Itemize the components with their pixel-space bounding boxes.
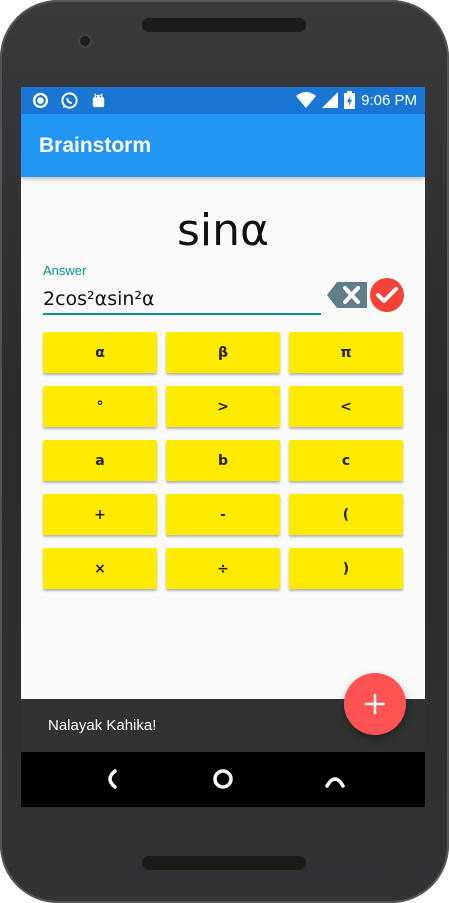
answer-input[interactable] [43, 285, 321, 315]
backspace-icon [327, 282, 367, 308]
phone-frame: 9:06 PM Brainstorm sinα Answer α β π ° > [0, 0, 449, 903]
app-bar: Brainstorm [21, 114, 425, 177]
sync-icon [32, 92, 49, 109]
key-plus[interactable]: + [43, 494, 157, 535]
nav-recents-button[interactable] [320, 764, 350, 794]
add-fab-button[interactable] [344, 673, 406, 735]
key-minus[interactable]: - [166, 494, 280, 535]
front-camera [80, 36, 90, 46]
screen: 9:06 PM Brainstorm sinα Answer α β π ° > [21, 87, 425, 807]
key-a[interactable]: a [43, 440, 157, 481]
question-text: sinα [176, 205, 270, 256]
key-divide[interactable]: ÷ [166, 548, 280, 589]
key-alpha[interactable]: α [43, 332, 157, 373]
key-close-paren[interactable]: ) [289, 548, 403, 589]
backspace-button[interactable] [327, 280, 369, 310]
key-multiply[interactable]: × [43, 548, 157, 589]
key-b[interactable]: b [166, 440, 280, 481]
status-system-icons: 9:06 PM [296, 91, 417, 109]
key-beta[interactable]: β [166, 332, 280, 373]
bottom-speaker [142, 856, 306, 870]
app-title: Brainstorm [39, 134, 152, 157]
recents-icon [325, 777, 345, 788]
key-degree[interactable]: ° [43, 386, 157, 427]
key-c[interactable]: c [289, 440, 403, 481]
earpiece-speaker [142, 18, 306, 32]
navigation-bar [21, 752, 425, 807]
check-icon [376, 287, 398, 303]
submit-answer-button[interactable] [370, 278, 404, 312]
android-icon [92, 93, 105, 108]
home-icon [213, 769, 233, 789]
key-open-paren[interactable]: ( [289, 494, 403, 535]
snackbar-message: Nalayak Kahika! [48, 717, 157, 734]
status-notification-icons [31, 91, 108, 110]
wifi-icon [296, 92, 317, 108]
status-time: 9:06 PM [361, 91, 417, 109]
nav-back-button[interactable] [96, 764, 126, 794]
signal-icon [322, 92, 339, 108]
nav-home-button[interactable] [208, 764, 238, 794]
key-greater-than[interactable]: > [166, 386, 280, 427]
battery-charging-icon [344, 91, 356, 109]
plus-icon [364, 693, 386, 715]
status-bar: 9:06 PM [21, 87, 425, 114]
answer-label: Answer [43, 263, 87, 278]
key-less-than[interactable]: < [289, 386, 403, 427]
back-icon [108, 769, 117, 789]
key-pi[interactable]: π [289, 332, 403, 373]
whatsapp-icon [61, 92, 78, 109]
